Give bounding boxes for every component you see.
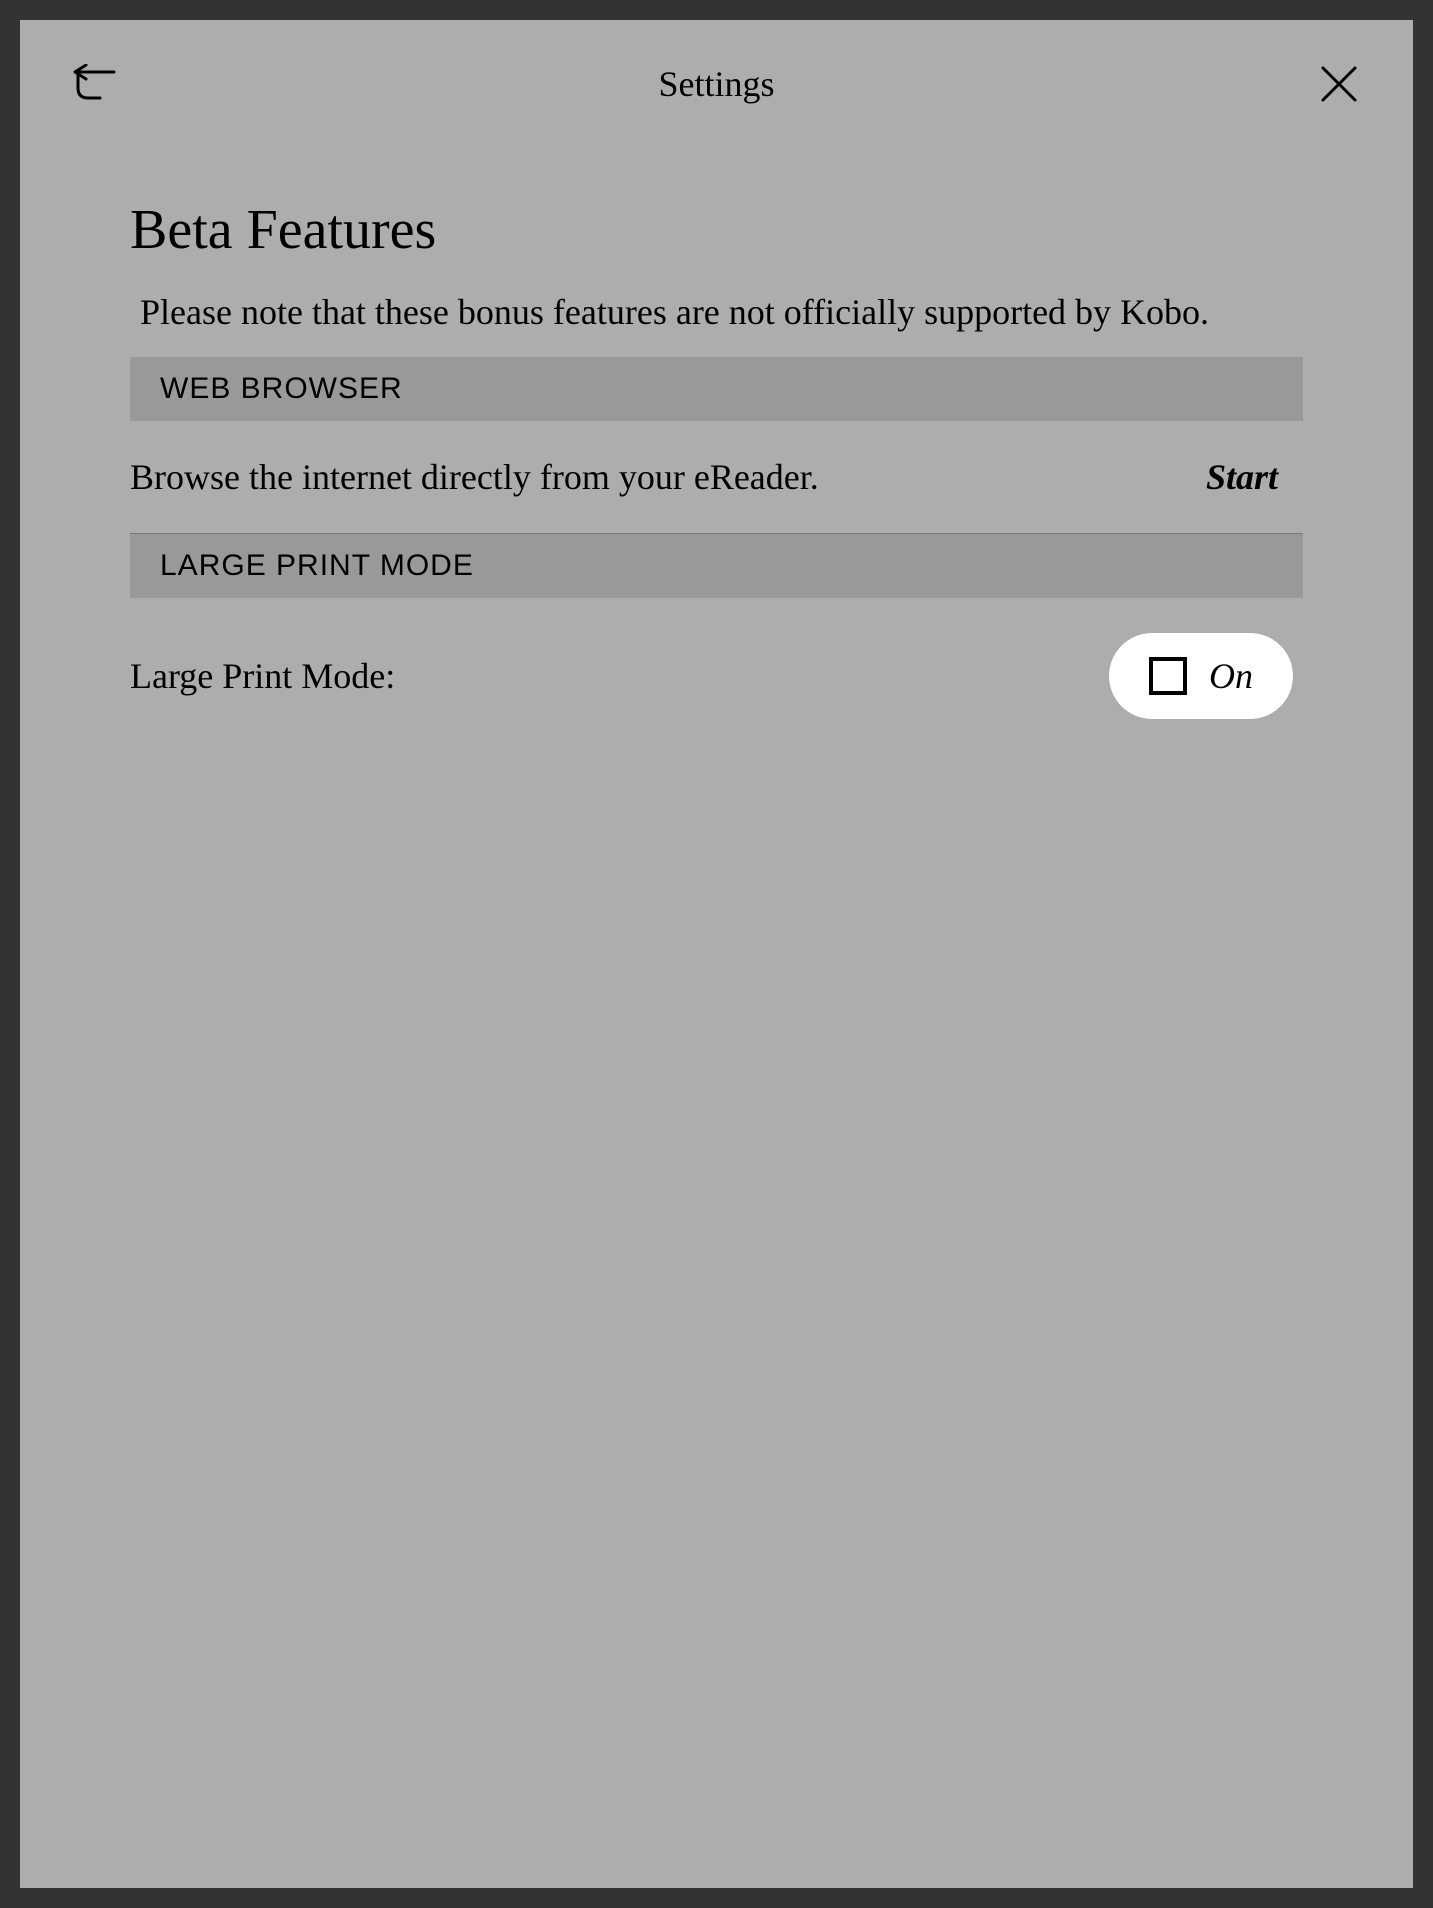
toggle-label: On [1209, 655, 1253, 697]
header-bar: Settings [20, 20, 1413, 138]
page-heading: Beta Features [130, 198, 1303, 262]
settings-screen: Settings Beta Features Please note that … [20, 20, 1413, 1888]
page-subtitle: Please note that these bonus features ar… [130, 287, 1303, 337]
header-title: Settings [658, 63, 774, 105]
web-browser-row: Browse the internet directly from your e… [130, 421, 1303, 534]
back-arrow-icon [70, 64, 118, 104]
large-print-label: Large Print Mode: [130, 655, 395, 697]
web-browser-start-button[interactable]: Start [1206, 456, 1303, 498]
web-browser-section: WEB BROWSER Browse the internet directly… [130, 357, 1303, 534]
web-browser-description: Browse the internet directly from your e… [130, 456, 819, 498]
close-icon [1319, 64, 1359, 104]
large-print-toggle[interactable]: On [1109, 633, 1293, 719]
large-print-section: LARGE PRINT MODE Large Print Mode: On [130, 534, 1303, 754]
content-area: Beta Features Please note that these bon… [20, 198, 1413, 754]
web-browser-header: WEB BROWSER [130, 357, 1303, 421]
close-button[interactable] [1315, 60, 1363, 108]
large-print-header: LARGE PRINT MODE [130, 534, 1303, 598]
checkbox-icon [1149, 657, 1187, 695]
large-print-row: Large Print Mode: On [130, 598, 1303, 754]
back-button[interactable] [70, 60, 118, 108]
